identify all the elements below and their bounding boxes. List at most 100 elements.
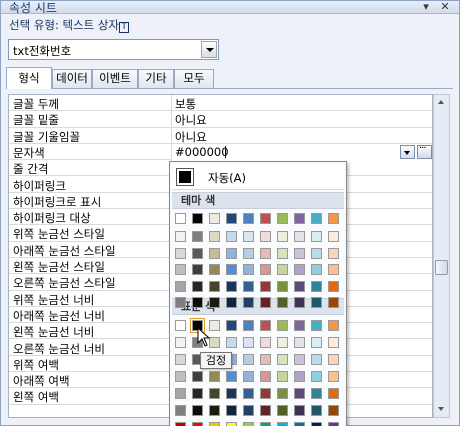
standard-shade-swatch[interactable] <box>175 371 186 382</box>
standard-shade-swatch[interactable] <box>192 388 203 399</box>
theme-shade-swatch[interactable] <box>260 247 271 259</box>
theme-color-swatch[interactable] <box>226 213 237 224</box>
standard-shade-swatch[interactable] <box>260 405 271 416</box>
theme-shade-swatch[interactable] <box>175 280 186 292</box>
standard-shade-swatch[interactable] <box>192 422 203 426</box>
standard-color-swatch[interactable] <box>243 320 254 331</box>
standard-shade-swatch[interactable] <box>243 405 254 416</box>
theme-shade-swatch[interactable] <box>192 264 203 275</box>
standard-shade-swatch[interactable] <box>260 337 271 348</box>
standard-shade-swatch[interactable] <box>209 405 220 416</box>
builder-ellipsis-icon[interactable]: ··· <box>417 143 432 159</box>
standard-color-swatch[interactable] <box>311 320 322 331</box>
theme-shade-swatch[interactable] <box>226 280 237 292</box>
theme-shade-swatch[interactable] <box>226 247 237 259</box>
standard-shade-swatch[interactable] <box>328 405 339 416</box>
theme-shade-swatch[interactable] <box>277 264 288 275</box>
standard-shade-swatch[interactable] <box>294 337 305 348</box>
font-color-value-field[interactable]: #000000 ··· <box>172 143 432 161</box>
standard-shade-swatch[interactable] <box>209 422 220 426</box>
standard-shade-swatch[interactable] <box>277 354 288 365</box>
standard-shade-swatch[interactable] <box>243 422 254 426</box>
theme-color-swatch[interactable] <box>175 213 186 224</box>
standard-shade-swatch[interactable] <box>260 354 271 365</box>
scroll-down-icon[interactable] <box>434 402 449 417</box>
standard-shade-swatch[interactable] <box>243 371 254 382</box>
standard-color-swatch[interactable] <box>294 320 305 331</box>
standard-shade-swatch[interactable] <box>226 371 237 382</box>
standard-shade-swatch[interactable] <box>294 354 305 365</box>
theme-shade-swatch[interactable] <box>192 297 203 308</box>
scroll-thumb[interactable] <box>435 260 448 275</box>
theme-color-swatch[interactable] <box>294 213 305 224</box>
standard-color-swatch[interactable] <box>260 320 271 331</box>
theme-shade-swatch[interactable] <box>209 280 220 292</box>
standard-shade-swatch[interactable] <box>226 388 237 399</box>
tab-event[interactable]: 이벤트 <box>92 69 138 88</box>
theme-color-swatch[interactable] <box>192 213 203 224</box>
theme-shade-swatch[interactable] <box>192 231 203 242</box>
standard-shade-swatch[interactable] <box>328 354 339 365</box>
theme-shade-swatch[interactable] <box>243 231 254 242</box>
theme-shade-swatch[interactable] <box>260 264 271 275</box>
theme-shade-swatch[interactable] <box>311 231 322 242</box>
standard-shade-swatch[interactable] <box>226 405 237 416</box>
standard-color-swatch[interactable] <box>277 320 288 331</box>
tab-format[interactable]: 형식 <box>6 67 52 89</box>
theme-color-swatch[interactable] <box>311 213 322 224</box>
theme-shade-swatch[interactable] <box>243 280 254 292</box>
chevron-down-icon[interactable] <box>400 144 415 159</box>
standard-shade-swatch[interactable] <box>277 388 288 399</box>
theme-shade-swatch[interactable] <box>209 231 220 242</box>
theme-shade-swatch[interactable] <box>243 264 254 275</box>
theme-shade-swatch[interactable] <box>294 297 305 308</box>
theme-color-swatch[interactable] <box>328 213 339 224</box>
theme-shade-swatch[interactable] <box>175 231 186 242</box>
scroll-up-icon[interactable] <box>434 95 449 110</box>
theme-shade-swatch[interactable] <box>311 247 322 259</box>
theme-shade-swatch[interactable] <box>311 280 322 292</box>
theme-shade-swatch[interactable] <box>328 247 339 259</box>
theme-shade-swatch[interactable] <box>277 280 288 292</box>
theme-shade-swatch[interactable] <box>192 247 203 259</box>
theme-shade-swatch[interactable] <box>277 247 288 259</box>
pin-icon[interactable]: ▾ <box>419 0 433 14</box>
standard-shade-swatch[interactable] <box>260 422 271 426</box>
standard-shade-swatch[interactable] <box>311 354 322 365</box>
standard-shade-swatch[interactable] <box>175 337 186 348</box>
theme-shade-swatch[interactable] <box>328 231 339 242</box>
standard-shade-swatch[interactable] <box>175 354 186 365</box>
property-row[interactable]: 글꼴 두께 보통 <box>9 95 432 112</box>
standard-shade-swatch[interactable] <box>277 405 288 416</box>
theme-color-swatch[interactable] <box>243 213 254 224</box>
theme-shade-swatch[interactable] <box>226 231 237 242</box>
theme-shade-swatch[interactable] <box>294 264 305 275</box>
theme-shade-swatch[interactable] <box>260 231 271 242</box>
standard-shade-swatch[interactable] <box>243 354 254 365</box>
standard-shade-swatch[interactable] <box>226 337 237 348</box>
standard-shade-swatch[interactable] <box>260 388 271 399</box>
theme-shade-swatch[interactable] <box>226 264 237 275</box>
tab-all[interactable]: 모두 <box>174 69 214 88</box>
standard-shade-swatch[interactable] <box>260 371 271 382</box>
property-row[interactable]: 문자색 #000000 ··· <box>9 143 432 161</box>
theme-shade-swatch[interactable] <box>243 247 254 259</box>
theme-shade-swatch[interactable] <box>192 280 203 292</box>
vertical-scrollbar[interactable] <box>433 94 450 418</box>
standard-shade-swatch[interactable] <box>277 422 288 426</box>
theme-shade-swatch[interactable] <box>328 264 339 275</box>
standard-shade-swatch[interactable] <box>175 388 186 399</box>
theme-color-swatch[interactable] <box>277 213 288 224</box>
theme-shade-swatch[interactable] <box>243 297 254 308</box>
theme-shade-swatch[interactable] <box>260 280 271 292</box>
standard-shade-swatch[interactable] <box>175 422 186 426</box>
property-row[interactable]: 글꼴 기울임꼴 아니요 <box>9 128 432 144</box>
standard-shade-swatch[interactable] <box>277 337 288 348</box>
theme-shade-swatch[interactable] <box>209 247 220 259</box>
theme-shade-swatch[interactable] <box>209 264 220 275</box>
theme-shade-swatch[interactable] <box>311 264 322 275</box>
standard-shade-swatch[interactable] <box>209 371 220 382</box>
standard-shade-swatch[interactable] <box>294 371 305 382</box>
automatic-color-option[interactable]: 자동(A) <box>172 164 344 190</box>
standard-shade-swatch[interactable] <box>311 337 322 348</box>
